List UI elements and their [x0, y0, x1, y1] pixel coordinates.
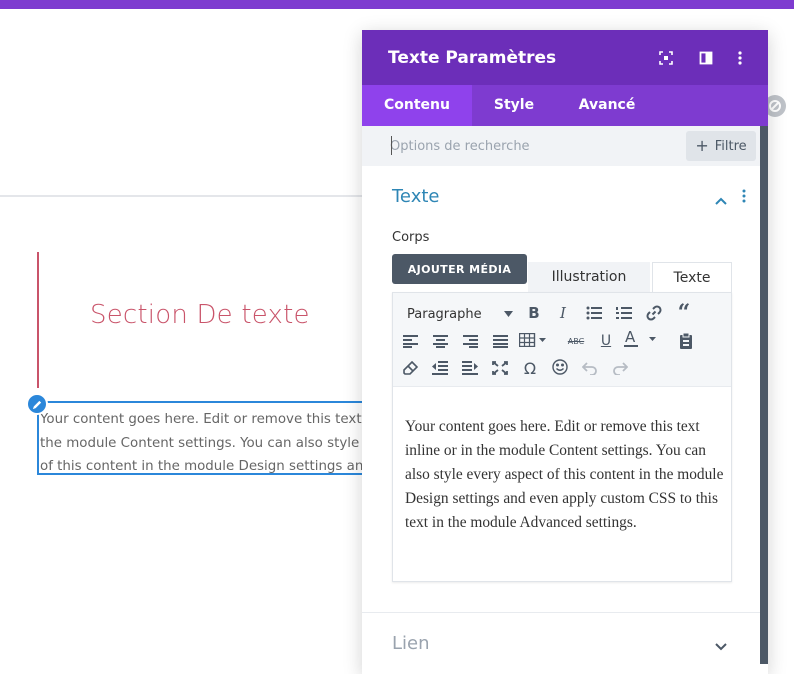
align-left-icon[interactable]	[399, 330, 421, 352]
more-vertical-icon[interactable]	[730, 48, 750, 68]
editor-toolbar: Paragraphe B I “ ABC U A Ω	[393, 293, 731, 387]
fullscreen-icon[interactable]	[489, 357, 511, 379]
pencil-icon	[32, 400, 41, 409]
svg-text:A: A	[625, 329, 636, 346]
group-divider	[362, 612, 760, 613]
text-color-icon[interactable]: A	[623, 328, 663, 350]
strikethrough-icon[interactable]: ABC	[565, 330, 587, 352]
text-module-content: Your content goes here. Edit or remove t…	[40, 412, 367, 474]
undo-icon[interactable]	[579, 357, 601, 379]
move-icon	[769, 100, 781, 112]
text-module-preview[interactable]: Your content goes here. Edit or remove t…	[37, 401, 367, 475]
editor-tab-texte[interactable]: Texte	[652, 262, 732, 292]
align-center-icon[interactable]	[429, 330, 451, 352]
edit-module-button[interactable]	[26, 393, 48, 415]
caret-down-icon	[504, 311, 513, 317]
indent-icon[interactable]	[459, 357, 481, 379]
format-select[interactable]: Paragraphe	[407, 303, 513, 325]
align-justify-icon[interactable]	[489, 330, 511, 352]
text-caret	[391, 136, 392, 155]
settings-panel: Texte Paramètres Contenu Style Avancé + …	[362, 30, 768, 674]
chevron-down-icon[interactable]	[715, 636, 727, 655]
table-icon[interactable]	[519, 329, 553, 351]
search-input[interactable]	[390, 135, 670, 157]
group-title-texte[interactable]: Texte	[392, 186, 439, 207]
group-more-icon[interactable]	[742, 188, 746, 207]
rich-text-editor: Paragraphe B I “ ABC U A Ω Your content …	[392, 292, 732, 582]
tab-style[interactable]: Style	[472, 85, 556, 126]
align-right-icon[interactable]	[459, 330, 481, 352]
format-select-value: Paragraphe	[407, 306, 482, 322]
italic-icon[interactable]: I	[552, 302, 574, 324]
chevron-up-icon[interactable]	[715, 190, 727, 209]
add-media-button[interactable]: AJOUTER MÉDIA	[392, 254, 527, 284]
group-title-lien[interactable]: Lien	[392, 633, 430, 654]
tab-avance[interactable]: Avancé	[556, 85, 658, 126]
panel-tabs: Contenu Style Avancé	[362, 85, 768, 126]
omega-icon[interactable]: Ω	[519, 357, 541, 379]
split-view-icon[interactable]	[696, 48, 716, 68]
clear-format-icon[interactable]	[399, 357, 421, 379]
panel-header: Texte Paramètres	[362, 30, 768, 85]
search-row: + Filtre	[362, 126, 768, 166]
link-icon[interactable]	[643, 302, 665, 324]
filter-label: Filtre	[714, 138, 747, 154]
panel-scrollbar[interactable]	[760, 126, 768, 664]
emoji-icon[interactable]	[549, 356, 571, 378]
outdent-icon[interactable]	[429, 357, 451, 379]
blockquote-icon[interactable]: “	[673, 300, 695, 326]
section-accent-bar	[37, 252, 39, 388]
bold-icon[interactable]: B	[523, 302, 545, 324]
field-label-corps: Corps	[392, 230, 430, 245]
paste-icon[interactable]	[675, 330, 697, 352]
section-title[interactable]: Section De texte	[90, 300, 310, 330]
top-bar	[0, 0, 794, 9]
expand-icon[interactable]	[656, 48, 676, 68]
editor-content[interactable]: Your content goes here. Edit or remove t…	[405, 415, 725, 535]
numbered-list-icon[interactable]	[613, 302, 635, 324]
editor-tab-illustration[interactable]: Illustration	[528, 262, 650, 292]
section-divider	[0, 195, 362, 197]
panel-title: Texte Paramètres	[388, 48, 557, 68]
plus-icon: +	[695, 136, 709, 155]
filter-button[interactable]: + Filtre	[686, 131, 756, 161]
redo-icon[interactable]	[609, 357, 631, 379]
bullet-list-icon[interactable]	[583, 302, 605, 324]
underline-icon[interactable]: U	[595, 330, 617, 352]
tab-contenu[interactable]: Contenu	[362, 85, 472, 126]
